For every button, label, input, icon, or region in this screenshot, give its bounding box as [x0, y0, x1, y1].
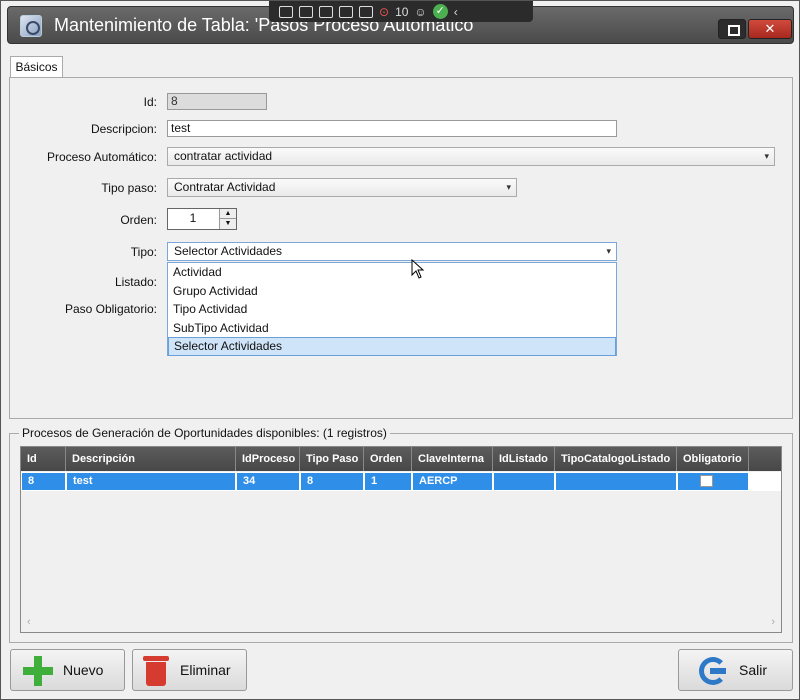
- tab-basicos[interactable]: Básicos: [10, 56, 63, 78]
- frame-icon[interactable]: [339, 5, 353, 18]
- table-row[interactable]: 8 test 34 8 1 AERCP: [21, 472, 781, 491]
- table-cell-filler: [749, 472, 781, 491]
- nuevo-button[interactable]: Nuevo: [10, 649, 125, 691]
- column-header[interactable]: Obligatorio: [677, 447, 749, 471]
- proceso-label: Proceso Automático:: [46, 150, 157, 164]
- column-header[interactable]: IdProceso: [236, 447, 300, 471]
- table-cell: 8: [21, 472, 66, 491]
- horizontal-scrollbar[interactable]: ‹ ›: [21, 614, 781, 632]
- column-header[interactable]: TipoCatalogoListado: [555, 447, 677, 471]
- column-header[interactable]: Descripción: [66, 447, 236, 471]
- eliminar-label: Eliminar: [180, 662, 231, 678]
- table-cell: [555, 472, 677, 491]
- counter-value: 10: [395, 4, 409, 19]
- tipo-select[interactable]: Selector Actividades ▾: [167, 242, 617, 261]
- chevron-down-icon: ▾: [764, 151, 769, 161]
- video-icon[interactable]: [299, 5, 313, 18]
- trash-icon: [143, 656, 169, 686]
- table-cell: 1: [364, 472, 412, 491]
- spin-up-icon[interactable]: ▲: [219, 209, 236, 219]
- pointer-icon[interactable]: [319, 5, 333, 18]
- scroll-right-icon[interactable]: ›: [771, 616, 775, 628]
- proceso-value: contratar actividad: [174, 149, 273, 163]
- procesos-grid[interactable]: Id Descripción IdProceso Tipo Paso Orden…: [20, 446, 782, 633]
- tipo-label: Tipo:: [130, 245, 157, 259]
- orden-value[interactable]: 1: [168, 211, 218, 225]
- dropdown-option[interactable]: Grupo Actividad: [168, 282, 616, 301]
- column-header[interactable]: Orden: [364, 447, 412, 471]
- select-icon[interactable]: [359, 5, 373, 18]
- tipo-paso-select[interactable]: Contratar Actividad ▾: [167, 178, 517, 197]
- table-cell: AERCP: [412, 472, 493, 491]
- tipo-paso-label: Tipo paso:: [101, 181, 157, 195]
- column-header[interactable]: Id: [21, 447, 66, 471]
- salir-button[interactable]: Salir: [678, 649, 793, 691]
- chevron-down-icon: ▾: [606, 246, 611, 256]
- table-cell: test: [66, 472, 236, 491]
- table-cell: [493, 472, 555, 491]
- scroll-left-icon[interactable]: ‹: [27, 616, 31, 628]
- column-header[interactable]: Tipo Paso: [300, 447, 364, 471]
- exit-icon: [699, 657, 727, 685]
- orden-stepper[interactable]: 1 ▲ ▼: [167, 208, 237, 230]
- dropdown-option-selected[interactable]: Selector Actividades: [168, 337, 616, 356]
- tipo-dropdown-list: Actividad Grupo Actividad Tipo Actividad…: [167, 262, 617, 356]
- id-field: 8: [167, 93, 267, 110]
- tipo-paso-value: Contratar Actividad: [174, 180, 276, 194]
- nuevo-label: Nuevo: [63, 662, 104, 678]
- table-cell: 34: [236, 472, 300, 491]
- maximize-button[interactable]: [718, 19, 746, 39]
- procesos-group-title: Procesos de Generación de Oportunidades …: [19, 426, 390, 440]
- dropdown-option[interactable]: Actividad: [168, 263, 616, 282]
- descripcion-input[interactable]: test: [167, 120, 617, 137]
- mouse-cursor-icon: [411, 259, 425, 279]
- id-label: Id:: [143, 95, 157, 109]
- grid-header: Id Descripción IdProceso Tipo Paso Orden…: [21, 447, 781, 471]
- obligatorio-cell: [677, 472, 749, 491]
- dropdown-option[interactable]: SubTipo Actividad: [168, 319, 616, 338]
- paso-obligatorio-label: Paso Obligatorio:: [64, 302, 157, 316]
- obligatorio-checkbox[interactable]: [700, 475, 713, 487]
- column-header[interactable]: IdListado: [493, 447, 555, 471]
- chevron-down-icon: ▾: [506, 182, 511, 192]
- column-header-filler: [749, 447, 781, 471]
- eliminar-button[interactable]: Eliminar: [132, 649, 247, 691]
- tipo-value: Selector Actividades: [174, 244, 283, 258]
- close-button[interactable]: ✕: [748, 19, 792, 39]
- proceso-select[interactable]: contratar actividad ▾: [167, 147, 775, 166]
- app-gear-icon: [20, 15, 42, 37]
- descripcion-label: Descripcion:: [90, 122, 157, 136]
- window: Mantenimiento de Tabla: 'Pasos Proceso A…: [0, 0, 800, 700]
- check-icon[interactable]: ✓: [432, 4, 448, 19]
- screenshot-icon[interactable]: [279, 5, 293, 18]
- listado-label: Listado:: [114, 275, 157, 289]
- orden-label: Orden:: [120, 213, 157, 227]
- collapse-icon[interactable]: ‹: [454, 5, 458, 19]
- plus-icon: [23, 656, 53, 686]
- overlay-toolbar: ⊙ 10 ☺ ✓ ‹: [269, 1, 533, 22]
- table-cell: 8: [300, 472, 364, 491]
- column-header[interactable]: ClaveInterna: [412, 447, 493, 471]
- accessibility-icon[interactable]: ☺: [414, 5, 426, 19]
- dropdown-option[interactable]: Tipo Actividad: [168, 300, 616, 319]
- record-icon[interactable]: ⊙: [379, 5, 389, 19]
- spin-down-icon[interactable]: ▼: [219, 219, 236, 229]
- salir-label: Salir: [739, 662, 768, 678]
